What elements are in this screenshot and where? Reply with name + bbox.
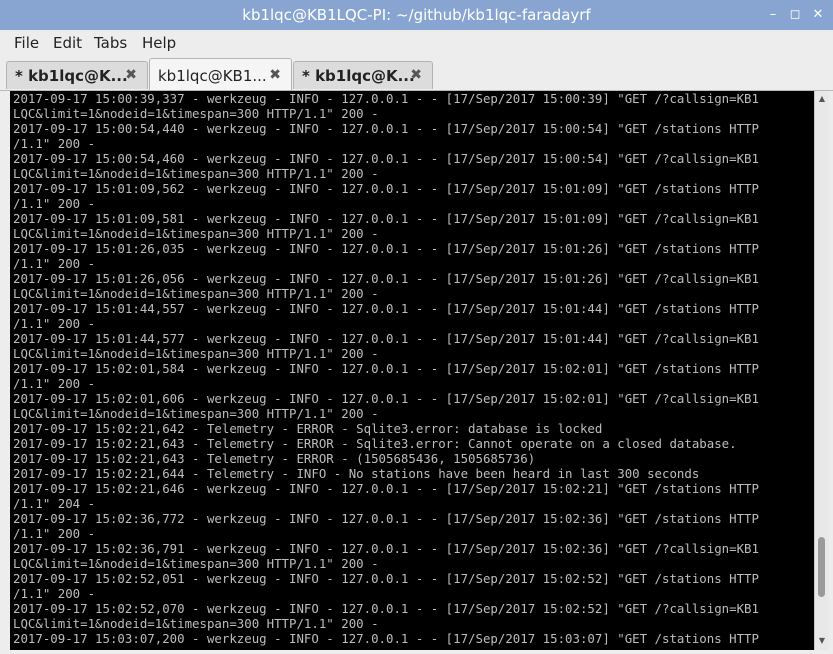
terminal-line: 2017-09-17 15:02:52,051 - werkzeug - INF… — [13, 571, 759, 586]
terminal-line: 2017-09-17 15:01:09,581 - werkzeug - INF… — [13, 211, 759, 226]
menu-bar: File Edit Tabs Help — [0, 30, 833, 57]
tab-close-icon[interactable]: ✖ — [269, 67, 281, 83]
tab-terminal-1[interactable]: * kb1lqc@K... ✖ — [6, 61, 148, 89]
terminal-output[interactable]: 2017-09-17 15:00:39,337 - werkzeug - INF… — [10, 91, 814, 650]
window-title: kb1lqc@KB1LQC-PI: ~/github/kb1lqc-farada… — [242, 6, 591, 24]
terminal-line: /1.1" 200 - — [13, 256, 96, 271]
terminal-line: 2017-09-17 15:01:26,035 - werkzeug - INF… — [13, 241, 759, 256]
menu-tabs[interactable]: Tabs — [94, 34, 127, 52]
terminal-line: 2017-09-17 15:02:01,606 - werkzeug - INF… — [13, 391, 759, 406]
terminal-line: 2017-09-17 15:00:54,460 - werkzeug - INF… — [13, 151, 759, 166]
terminal-line: /1.1" 200 - — [13, 586, 96, 601]
tab-bar: * kb1lqc@K... ✖ kb1lqc@KB1... ✖ * kb1lqc… — [0, 57, 833, 91]
tab-close-icon[interactable]: ✖ — [125, 67, 137, 83]
terminal-line: 2017-09-17 15:02:36,791 - werkzeug - INF… — [13, 541, 759, 556]
menu-edit[interactable]: Edit — [53, 34, 82, 52]
terminal-line: 2017-09-17 15:02:21,643 - Telemetry - ER… — [13, 451, 536, 466]
terminal-line: LQC&limit=1&nodeid=1&timespan=300 HTTP/1… — [13, 166, 379, 181]
minimize-icon[interactable]: – — [764, 6, 782, 24]
terminal-line: 2017-09-17 15:02:21,646 - werkzeug - INF… — [13, 481, 759, 496]
terminal-line: 2017-09-17 15:00:54,440 - werkzeug - INF… — [13, 121, 759, 136]
terminal-line: 2017-09-17 15:02:36,772 - werkzeug - INF… — [13, 511, 759, 526]
terminal-line: 2017-09-17 15:00:39,337 - werkzeug - INF… — [13, 91, 759, 106]
tab-label: * kb1lqc@K... — [302, 67, 415, 85]
terminal-line: /1.1" 200 - — [13, 376, 96, 391]
scrollbar-thumb[interactable] — [818, 537, 825, 597]
tab-label: kb1lqc@KB1... — [158, 67, 267, 85]
terminal-line: LQC&limit=1&nodeid=1&timespan=300 HTTP/1… — [13, 406, 379, 421]
terminal-line: 2017-09-17 15:01:09,562 - werkzeug - INF… — [13, 181, 759, 196]
terminal-line: LQC&limit=1&nodeid=1&timespan=300 HTTP/1… — [13, 106, 379, 121]
terminal-line: 2017-09-17 15:02:01,584 - werkzeug - INF… — [13, 361, 759, 376]
terminal-line: /1.1" 200 - — [13, 316, 96, 331]
terminal-line: /1.1" 200 - — [13, 196, 96, 211]
terminal-line: LQC&limit=1&nodeid=1&timespan=300 HTTP/1… — [13, 226, 379, 241]
terminal-lines: 2017-09-17 15:00:39,337 - werkzeug - INF… — [10, 91, 814, 646]
close-icon[interactable]: ✕ — [809, 6, 827, 24]
terminal-line: /1.1" 204 - — [13, 496, 96, 511]
menu-file[interactable]: File — [14, 34, 39, 52]
terminal-line: 2017-09-17 15:01:44,557 - werkzeug - INF… — [13, 301, 759, 316]
terminal-window: kb1lqc@KB1LQC-PI: ~/github/kb1lqc-farada… — [0, 0, 833, 654]
scroll-up-icon[interactable]: ▲ — [815, 92, 829, 106]
terminal-line: LQC&limit=1&nodeid=1&timespan=300 HTTP/1… — [13, 616, 379, 631]
terminal-line: LQC&limit=1&nodeid=1&timespan=300 HTTP/1… — [13, 346, 379, 361]
terminal-line: 2017-09-17 15:03:07,200 - werkzeug - INF… — [13, 631, 759, 646]
terminal-line: 2017-09-17 15:01:26,056 - werkzeug - INF… — [13, 271, 759, 286]
terminal-line: LQC&limit=1&nodeid=1&timespan=300 HTTP/1… — [13, 556, 379, 571]
vertical-scrollbar[interactable]: ▲ ▼ — [814, 91, 829, 650]
terminal-line: 2017-09-17 15:01:44,577 - werkzeug - INF… — [13, 331, 759, 346]
terminal-line: LQC&limit=1&nodeid=1&timespan=300 HTTP/1… — [13, 286, 379, 301]
terminal-line: /1.1" 200 - — [13, 526, 96, 541]
menu-help[interactable]: Help — [142, 34, 176, 52]
scroll-down-icon[interactable]: ▼ — [815, 634, 829, 648]
maximize-icon[interactable]: ◻ — [786, 6, 804, 24]
terminal-line: 2017-09-17 15:02:21,642 - Telemetry - ER… — [13, 421, 603, 436]
terminal-line: 2017-09-17 15:02:21,644 - Telemetry - IN… — [13, 466, 700, 481]
title-bar[interactable]: kb1lqc@KB1LQC-PI: ~/github/kb1lqc-farada… — [0, 0, 833, 30]
tab-label: * kb1lqc@K... — [15, 67, 128, 85]
terminal-line: /1.1" 200 - — [13, 136, 96, 151]
terminal-line: 2017-09-17 15:02:21,643 - Telemetry - ER… — [13, 436, 737, 451]
terminal-line: 2017-09-17 15:02:52,070 - werkzeug - INF… — [13, 601, 759, 616]
tab-close-icon[interactable]: ✖ — [410, 67, 422, 83]
tab-terminal-3[interactable]: * kb1lqc@K... ✖ — [293, 61, 433, 89]
tab-terminal-2[interactable]: kb1lqc@KB1... ✖ — [149, 58, 292, 90]
